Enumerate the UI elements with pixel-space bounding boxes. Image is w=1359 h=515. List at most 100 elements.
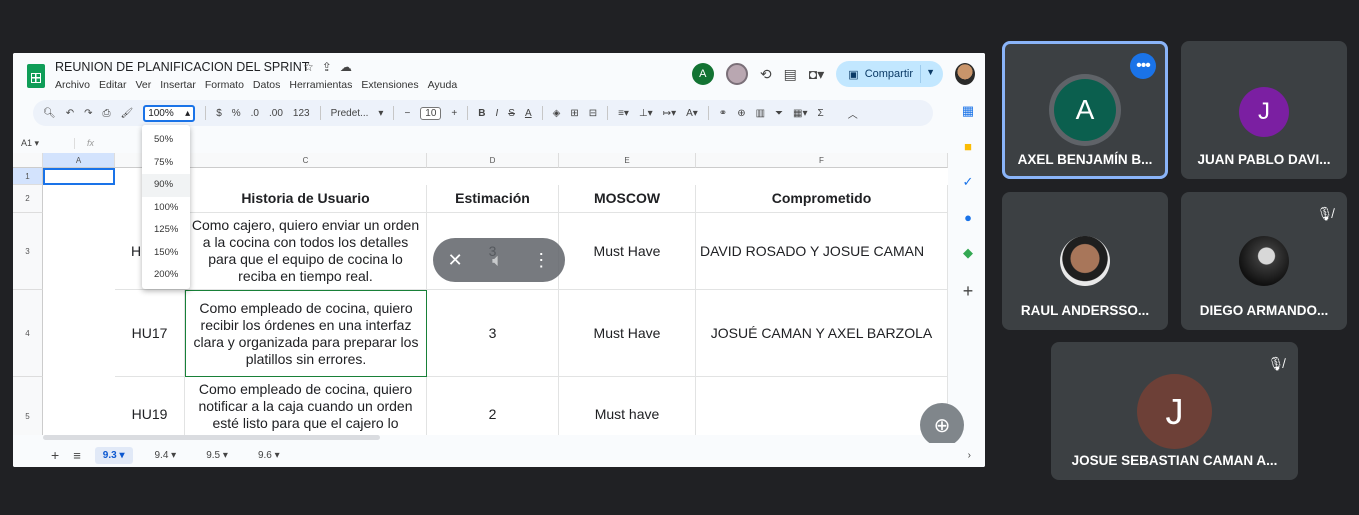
add-addon-icon[interactable]: +: [963, 281, 974, 302]
menu-ayuda[interactable]: Ayuda: [428, 79, 458, 91]
header-estimacion[interactable]: Estimación: [427, 185, 559, 213]
keep-icon[interactable]: ■: [964, 139, 972, 154]
column-header-a[interactable]: A: [43, 153, 115, 168]
zoom-option-100[interactable]: 100%: [142, 197, 190, 220]
cell-estimacion-row5[interactable]: 2: [427, 377, 559, 435]
menu-extensiones[interactable]: Extensiones: [361, 79, 418, 91]
row-header-2[interactable]: 2: [13, 185, 43, 213]
participant-tile-diego[interactable]: 🎙︎̸ DIEGO ARMANDO...: [1181, 192, 1347, 330]
history-icon[interactable]: ⟲: [760, 66, 772, 83]
pin-off-icon[interactable]: ✕: [448, 250, 463, 271]
participant-tile-juan[interactable]: J JUAN PABLO DAVI...: [1181, 41, 1347, 179]
collapse-toolbar-icon[interactable]: ︿: [848, 106, 858, 121]
volume-icon[interactable]: 🔈︎: [492, 250, 503, 271]
zoom-option-75[interactable]: 75%: [142, 152, 190, 175]
cell-a1-selected[interactable]: [43, 168, 115, 185]
all-sheets-icon[interactable]: ≡: [73, 448, 81, 463]
cell-historia-row4[interactable]: Como empleado de cocina, quiero recibir …: [185, 290, 427, 377]
menu-herramientas[interactable]: Herramientas: [289, 79, 352, 91]
menu-formato[interactable]: Formato: [205, 79, 244, 91]
strikethrough-button[interactable]: S: [508, 108, 515, 119]
participant-tile-josue[interactable]: J 🎙︎̸ JOSUE SEBASTIAN CAMAN A...: [1051, 342, 1298, 480]
cell-estimacion-row4[interactable]: 3: [427, 290, 559, 377]
font-size-increase-button[interactable]: +: [451, 108, 457, 119]
column-header-c[interactable]: C: [185, 153, 427, 168]
menu-archivo[interactable]: Archivo: [55, 79, 90, 91]
collaborator-avatar[interactable]: A: [691, 63, 714, 85]
header-comprometido[interactable]: Comprometido: [696, 185, 948, 213]
row-header-3[interactable]: 3: [13, 213, 43, 290]
currency-button[interactable]: $: [216, 108, 222, 119]
menu-ver[interactable]: Ver: [135, 79, 151, 91]
move-icon[interactable]: ⇪: [322, 60, 332, 74]
column-header-d[interactable]: D: [427, 153, 559, 168]
fill-color-icon[interactable]: ◈: [553, 108, 561, 119]
column-header-f[interactable]: F: [696, 153, 948, 168]
cell-comprometido-row4[interactable]: JOSUÉ CAMAN Y AXEL BARZOLA: [696, 290, 948, 377]
percent-button[interactable]: %: [232, 108, 241, 119]
add-sheet-icon[interactable]: +: [51, 447, 59, 463]
text-color-button[interactable]: A: [525, 108, 532, 119]
filter-icon[interactable]: ⏷: [775, 108, 783, 119]
row-header-5[interactable]: 5: [13, 377, 43, 435]
number-format-button[interactable]: 123: [293, 108, 310, 119]
chevron-down-icon[interactable]: ▼: [926, 67, 935, 77]
search-icon[interactable]: 🔍︎: [43, 108, 56, 119]
redo-icon[interactable]: ↷: [84, 108, 92, 119]
cell-id-row5[interactable]: HU19: [115, 377, 185, 435]
cell-moscow-row4[interactable]: Must Have: [559, 290, 696, 377]
font-size-decrease-button[interactable]: −: [404, 108, 410, 119]
row-header-4[interactable]: 4: [13, 290, 43, 377]
zoom-option-90[interactable]: 90%: [142, 174, 190, 197]
maps-icon[interactable]: ◆: [963, 245, 973, 261]
zoom-option-50[interactable]: 50%: [142, 129, 190, 152]
row-header-1[interactable]: 1: [13, 168, 43, 185]
cloud-icon[interactable]: ☁: [340, 60, 352, 74]
filter-views-icon[interactable]: ▦▾: [793, 108, 807, 119]
cell-id-row4[interactable]: HU17: [115, 290, 185, 377]
print-icon[interactable]: ⎙: [102, 108, 110, 119]
participant-tile-axel[interactable]: A ••• AXEL BENJAMÍN B...: [1002, 41, 1168, 179]
cell-moscow-row5[interactable]: Must have: [559, 377, 696, 435]
text-rotation-icon[interactable]: A▾: [686, 108, 698, 119]
share-button[interactable]: ▣ Compartir ▼: [836, 61, 943, 87]
menu-datos[interactable]: Datos: [253, 79, 280, 91]
chevron-right-icon[interactable]: ›: [968, 450, 971, 461]
account-avatar[interactable]: [955, 63, 975, 85]
header-moscow[interactable]: MOSCOW: [559, 185, 696, 213]
name-box[interactable]: A1 ▾: [13, 137, 75, 149]
more-vert-icon[interactable]: ⋮: [532, 250, 550, 271]
link-icon[interactable]: ⚭: [719, 108, 727, 119]
more-options-button[interactable]: •••: [1130, 53, 1156, 79]
sheet-tab-9-6[interactable]: 9.6 ▾: [250, 447, 288, 464]
zoom-select[interactable]: 100% ▴: [143, 104, 196, 122]
undo-icon[interactable]: ↶: [66, 108, 74, 119]
paint-format-icon[interactable]: 🖌︎: [120, 108, 133, 119]
decrease-decimal-button[interactable]: .0: [251, 108, 259, 119]
cell-comprometido-row5[interactable]: [696, 377, 948, 435]
corner-cell[interactable]: [13, 153, 43, 168]
insert-comment-icon[interactable]: ⊕: [737, 108, 745, 119]
cell-historia-row3[interactable]: Como cajero, quiero enviar un orden a la…: [185, 213, 427, 290]
document-title[interactable]: REUNION DE PLANIFICACION DEL SPRINT: [55, 60, 309, 74]
calendar-icon[interactable]: ▦: [962, 103, 974, 119]
sheet-tab-9-5[interactable]: 9.5 ▾: [198, 447, 236, 464]
collaborator-avatar-2[interactable]: [725, 63, 748, 85]
tasks-icon[interactable]: ✓: [963, 174, 974, 190]
bold-button[interactable]: B: [478, 108, 485, 119]
increase-decimal-button[interactable]: .00: [269, 108, 283, 119]
italic-button[interactable]: I: [495, 108, 498, 119]
cell-moscow-row3[interactable]: Must Have: [559, 213, 696, 290]
horizontal-scrollbar[interactable]: [43, 435, 380, 440]
functions-icon[interactable]: Σ: [818, 108, 824, 119]
cell-historia-row5[interactable]: Como empleado de cocina, quiero notifica…: [185, 377, 427, 435]
text-wrap-icon[interactable]: ↦▾: [663, 108, 676, 119]
sheets-logo-icon[interactable]: [27, 64, 45, 88]
merge-cells-icon[interactable]: ⊟: [589, 108, 597, 119]
zoom-option-200[interactable]: 200%: [142, 264, 190, 287]
font-size-input[interactable]: 10: [420, 106, 442, 120]
header-historia[interactable]: Historia de Usuario: [185, 185, 427, 213]
menu-insertar[interactable]: Insertar: [160, 79, 196, 91]
zoom-option-150[interactable]: 150%: [142, 242, 190, 265]
cell-comprometido-row3[interactable]: DAVID ROSADO Y JOSUE CAMAN: [696, 213, 948, 290]
